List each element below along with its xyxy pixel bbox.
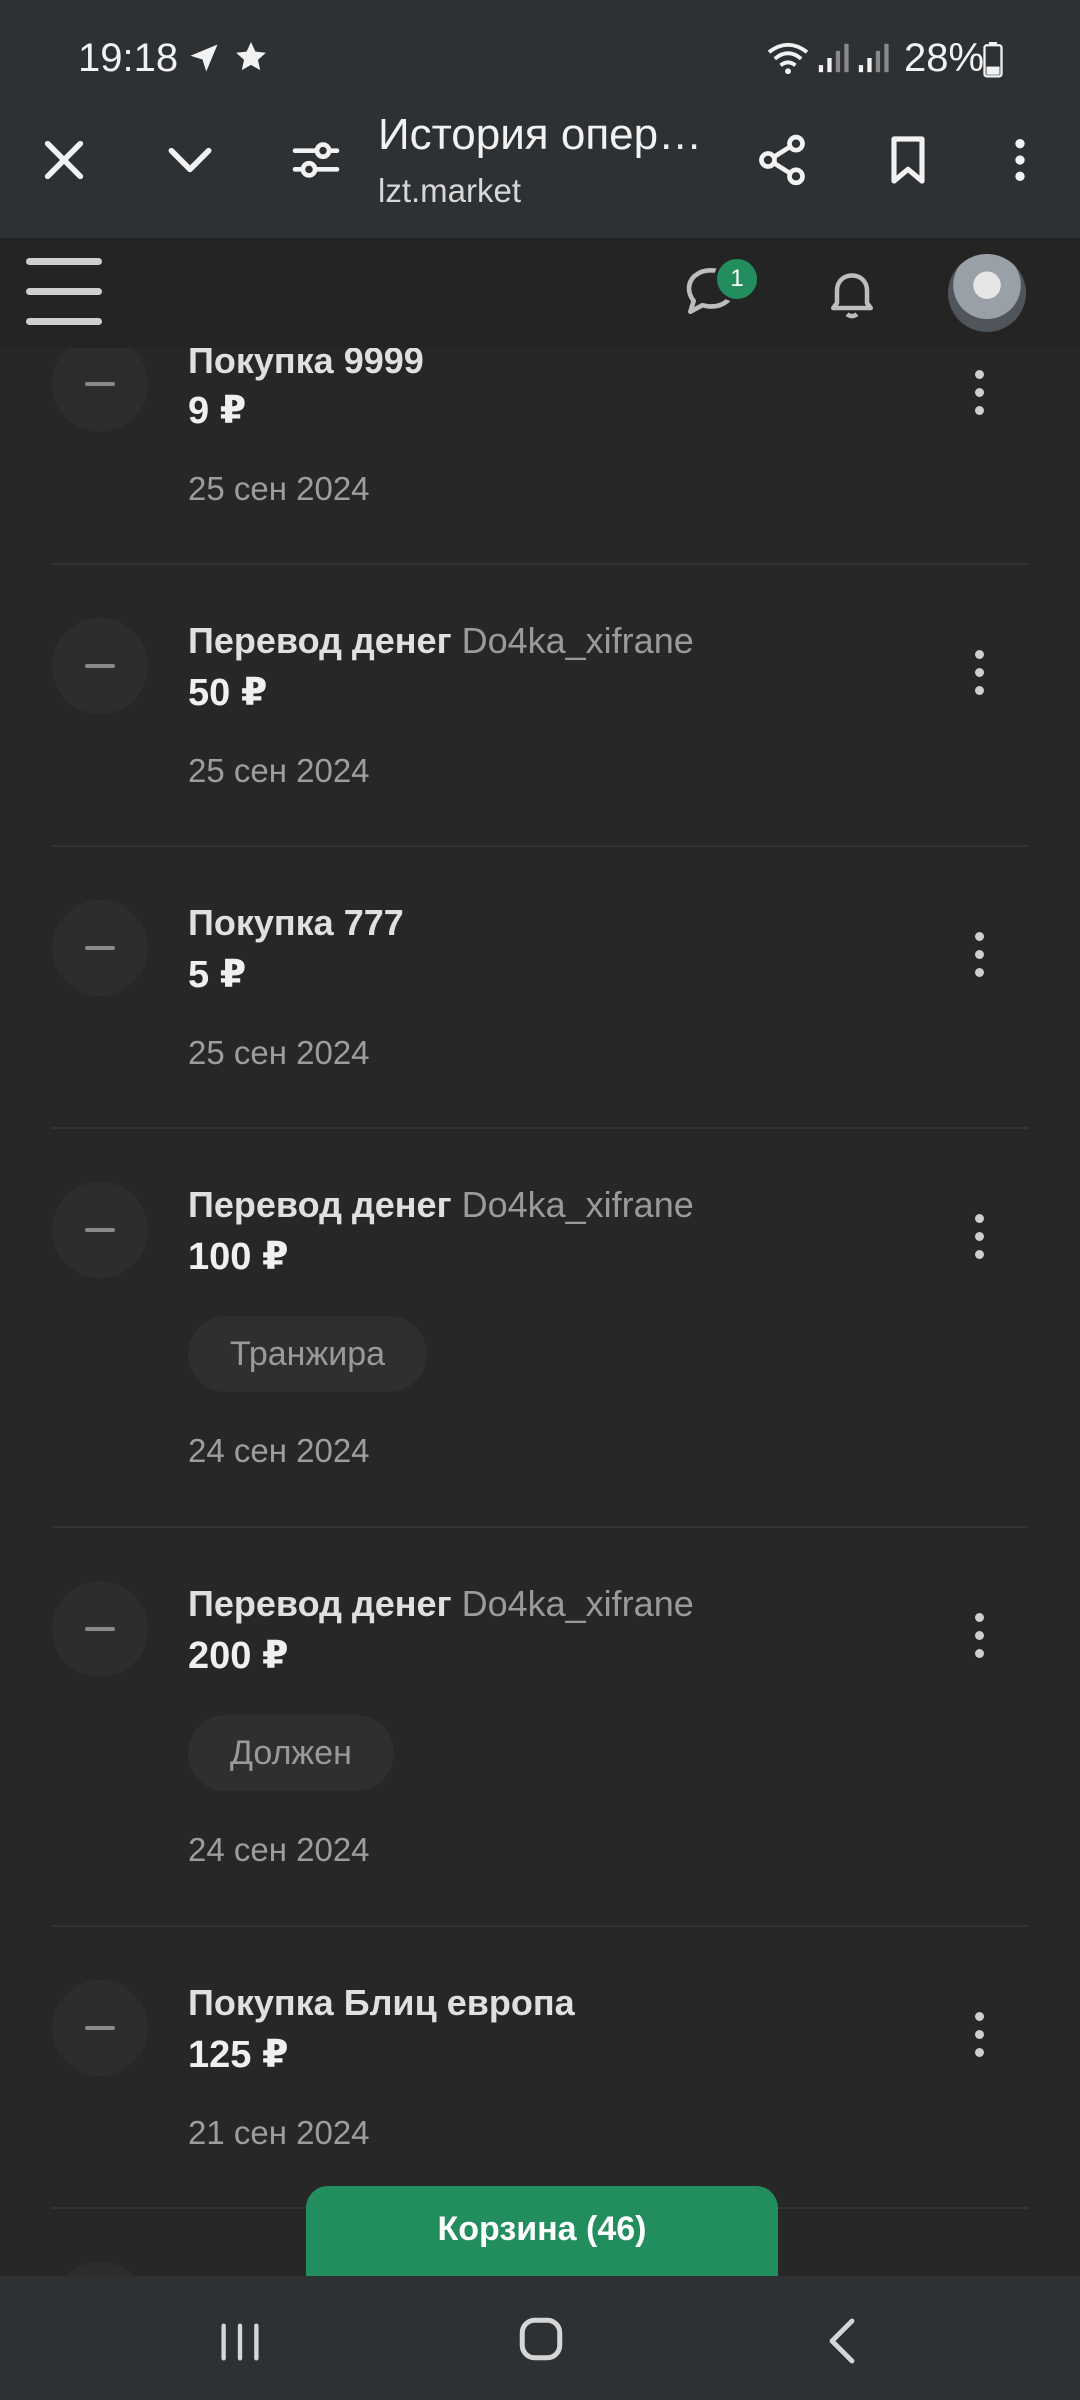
divider: [52, 563, 1028, 565]
share-icon[interactable]: [754, 132, 810, 188]
operations-list: Покупка 9999 9 ₽ 25 сен 2024 Перевод ден…: [0, 348, 1080, 2276]
site-header: [0, 238, 1080, 348]
operation-date: 24 сен 2024: [188, 1831, 370, 1868]
operation-menu-icon[interactable]: [964, 1214, 994, 1270]
divider: [52, 1925, 1028, 1927]
back-icon[interactable]: [822, 2316, 862, 2366]
more-vertical-icon[interactable]: [992, 132, 1048, 188]
operation-menu-icon[interactable]: [964, 932, 994, 988]
operation-tag: Должен: [188, 1715, 394, 1791]
operation-date: 25 сен 2024: [188, 470, 370, 507]
signal-icon: [818, 43, 849, 73]
cart-button[interactable]: Корзина (46): [306, 2186, 778, 2278]
operation-user[interactable]: Do4ka_xifrane: [462, 1583, 694, 1624]
battery-icon: [983, 42, 1003, 78]
operation-date: 21 сен 2024: [188, 2114, 370, 2151]
operation-title: Перевод денег Do4ka_xifrane: [188, 1184, 694, 1225]
operation-menu-icon[interactable]: [964, 2012, 994, 2068]
operation-menu-icon[interactable]: [964, 1613, 994, 1669]
operation-date: 25 сен 2024: [188, 752, 370, 789]
home-icon[interactable]: [516, 2314, 566, 2364]
operation-tag: Транжира: [188, 1316, 428, 1392]
recents-icon[interactable]: [218, 2322, 262, 2362]
bell-icon[interactable]: [822, 262, 882, 324]
star-icon: [236, 41, 266, 71]
chat-badge: 1: [714, 256, 760, 302]
operation-date: 25 сен 2024: [188, 1034, 370, 1071]
divider: [52, 1127, 1028, 1129]
signal-icon: [858, 43, 889, 73]
operation-menu-icon[interactable]: [964, 650, 994, 706]
operation-minus-icon: [52, 1581, 148, 1677]
operation-amount: 5 ₽: [188, 954, 247, 996]
operation-title: Перевод денег Do4ka_xifrane: [188, 1583, 694, 1624]
operation-minus-icon: [52, 900, 148, 996]
operation-amount: 125 ₽: [188, 2034, 289, 2076]
operation-title: Покупка Блиц европа: [188, 1982, 575, 2023]
hamburger-icon[interactable]: [26, 258, 102, 325]
page-title: История опера...: [378, 110, 718, 159]
operation-amount: 100 ₽: [188, 1236, 289, 1278]
operation-title: Покупка 777: [188, 902, 404, 943]
divider: [52, 845, 1028, 847]
operation-user[interactable]: Do4ka_xifrane: [462, 620, 694, 661]
operation-amount: 9 ₽: [188, 390, 247, 432]
avatar[interactable]: [948, 254, 1026, 332]
operation-minus-icon: [52, 618, 148, 714]
operation-amount: 50 ₽: [188, 672, 268, 714]
navigation-arrow-icon: [190, 44, 218, 72]
operation-menu-icon[interactable]: [964, 370, 994, 426]
operation-minus-icon: [52, 2262, 148, 2276]
chevron-down-icon[interactable]: [162, 132, 218, 188]
battery-percent: 28%: [904, 36, 985, 80]
operation-minus-icon: [52, 1980, 148, 2076]
status-time: 19:18: [78, 36, 179, 80]
close-icon[interactable]: [36, 132, 92, 188]
page-url[interactable]: lzt.market: [378, 172, 521, 210]
wifi-icon: [767, 42, 809, 75]
operation-user[interactable]: Do4ka_xifrane: [462, 1184, 694, 1225]
operation-title: Покупка 9999: [188, 348, 424, 381]
operation-minus-icon: [52, 1182, 148, 1278]
divider: [52, 1526, 1028, 1528]
operation-minus-icon: [52, 348, 148, 432]
operation-amount: 200 ₽: [188, 1635, 289, 1677]
bookmark-icon[interactable]: [880, 132, 936, 188]
tune-icon[interactable]: [288, 132, 344, 188]
operation-title: Перевод денег Do4ka_xifrane: [188, 620, 694, 661]
operation-date: 24 сен 2024: [188, 1432, 370, 1469]
